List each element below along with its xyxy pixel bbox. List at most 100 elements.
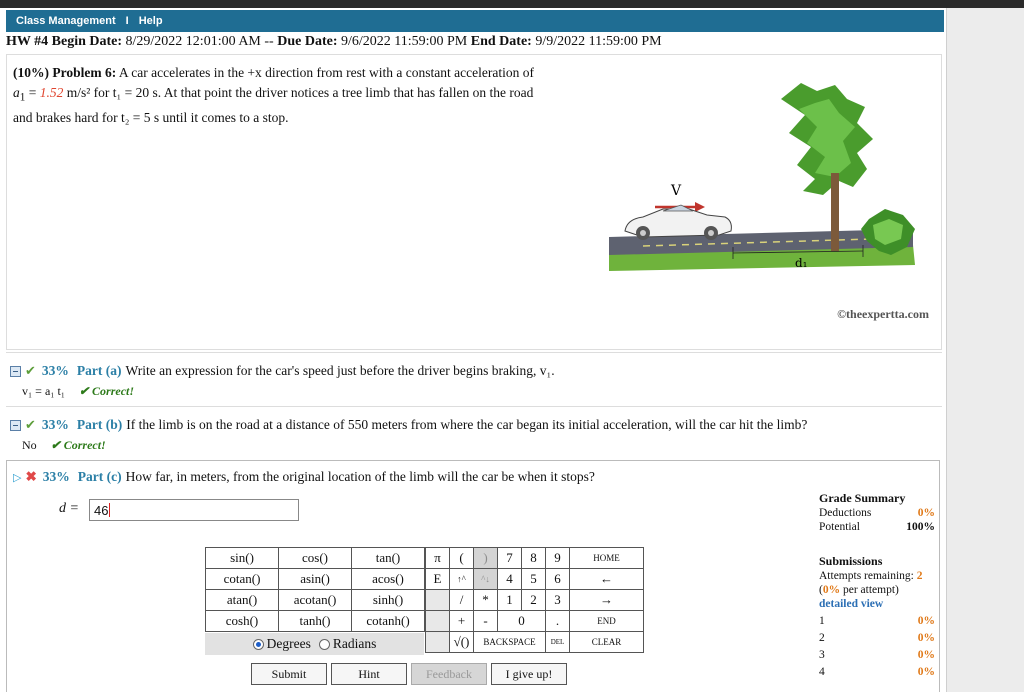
key-7[interactable]: 7 [497,547,522,569]
begin-date: 8/29/2022 12:01:00 AM [125,34,261,49]
submissions-section: Submissions Attempts remaining: 2 (0% pe… [819,554,935,681]
answer-input[interactable]: 46 [89,499,299,521]
key-6[interactable]: 6 [545,568,570,590]
expand-arrow-icon[interactable]: ▷ [13,471,21,484]
submission-row: 1 0% [819,613,935,630]
key-3[interactable]: 3 [545,589,570,611]
key-divide[interactable]: / [449,589,474,611]
problem-text-line-3: and brakes hard for t₂ = 5 s until it co… [13,109,289,125]
key-left-arrow[interactable]: ← [569,568,644,590]
menu-class-management[interactable]: Class Management [16,15,116,27]
submission-number: 4 [819,666,825,678]
part-a: ✔ 33% Part (a) Write an expression for t… [6,352,942,404]
key-plus[interactable]: + [449,610,474,632]
submission-row: 3 0% [819,647,935,664]
submission-number: 3 [819,649,825,661]
key-8[interactable]: 8 [521,547,546,569]
key-e[interactable]: E [425,568,450,590]
submit-button[interactable]: Submit [251,663,327,685]
key-4[interactable]: 4 [497,568,522,590]
submission-percent: 0% [917,649,935,661]
degrees-option[interactable]: Degrees [252,636,311,652]
a1-symbol: a [13,85,20,100]
radio-selected-icon[interactable] [252,639,264,651]
key-cosh[interactable]: cosh() [205,610,279,632]
check-icon: ✔ [25,417,36,432]
problem-weight: (10%) [13,65,49,80]
radio-unselected-icon[interactable] [318,639,330,651]
key-tan[interactable]: tan() [351,547,425,569]
key-end[interactable]: END [569,610,644,632]
key-cotan[interactable]: cotan() [205,568,279,590]
key-cotanh[interactable]: cotanh() [351,610,425,632]
submission-row: 2 0% [819,630,935,647]
homework-dates: HW #4 Begin Date: 8/29/2022 12:01:00 AM … [6,34,662,50]
key-left-paren[interactable]: ( [449,547,474,569]
key-2[interactable]: 2 [521,589,546,611]
key-cos[interactable]: cos() [278,547,352,569]
key-dot[interactable]: . [545,610,570,632]
collapse-icon[interactable] [10,365,21,377]
hint-button[interactable]: Hint [331,663,407,685]
angle-mode-selector: Degrees Radians [205,633,424,655]
potential-row: Potential 100% [819,520,935,534]
key-del[interactable]: DEL [545,631,570,653]
part-c: ▷ ✖ 33% Part (c) How far, in meters, fro… [6,460,940,692]
key-home[interactable]: HOME [569,547,644,569]
end-label: End Date: [470,34,532,49]
key-up-power[interactable]: ↑^ [449,568,474,590]
part-c-label: Part (c) [77,469,122,484]
deductions-row: Deductions 0% [819,506,935,520]
key-right-paren[interactable]: ) [473,547,498,569]
key-9[interactable]: 9 [545,547,570,569]
key-0[interactable]: 0 [497,610,546,632]
submission-row: 4 0% [819,664,935,681]
part-a-answer: v₁ = a₁ t₁ [22,384,65,398]
key-1[interactable]: 1 [497,589,522,611]
part-a-label: Part (a) [76,363,122,378]
end-date: 9/9/2022 11:59:00 PM [535,34,662,49]
part-b-answer-line: No ✔ Correct! [22,438,106,453]
key-pi[interactable]: π [425,547,450,569]
key-down-power[interactable]: ^↓ [473,568,498,590]
key-right-arrow[interactable]: → [569,589,644,611]
function-keypad: sin() cos() tan() cotan() asin() acos() … [205,547,425,632]
problem-statement: (10%) Problem 6: A car accelerates in th… [6,54,942,350]
check-icon: ✔ [25,363,36,378]
key-backspace[interactable]: BACKSPACE [473,631,546,653]
key-clear[interactable]: CLEAR [569,631,644,653]
potential-label: Potential [819,521,860,533]
key-acotan[interactable]: acotan() [278,589,352,611]
collapse-icon[interactable] [10,419,21,431]
key-sinh[interactable]: sinh() [351,589,425,611]
part-c-header: ▷ ✖ 33% Part (c) How far, in meters, fro… [13,469,595,485]
radians-option[interactable]: Radians [318,636,376,652]
submission-percent: 0% [917,615,935,627]
key-sqrt[interactable]: √() [449,631,474,653]
answer-input-value: 46 [94,502,109,518]
give-up-button[interactable]: I give up! [491,663,567,685]
key-5[interactable]: 5 [521,568,546,590]
key-atan[interactable]: atan() [205,589,279,611]
potential-value: 100% [906,521,935,533]
part-c-question: How far, in meters, from the original lo… [125,469,595,484]
begin-label: Begin Date: [51,34,123,49]
detailed-view-link[interactable]: detailed view [819,597,935,611]
menu-separator: I [125,15,129,27]
key-sin[interactable]: sin() [205,547,279,569]
key-acos[interactable]: acos() [351,568,425,590]
feedback-button[interactable]: Feedback [411,663,487,685]
per-attempt-label: per attempt) [842,584,899,596]
submission-percent: 0% [917,666,935,678]
part-c-percent: 33% [42,469,70,484]
key-multiply[interactable]: * [473,589,498,611]
key-asin[interactable]: asin() [278,568,352,590]
submission-number: 1 [819,615,825,627]
attempts-value: 2 [916,570,923,582]
menu-help[interactable]: Help [139,15,163,27]
browser-top-bar [0,0,1024,8]
per-attempt-note: (0% per attempt) [819,584,899,596]
key-minus[interactable]: - [473,610,498,632]
key-tanh[interactable]: tanh() [278,610,352,632]
part-b: ✔ 33% Part (b) If the limb is on the roa… [6,406,942,458]
